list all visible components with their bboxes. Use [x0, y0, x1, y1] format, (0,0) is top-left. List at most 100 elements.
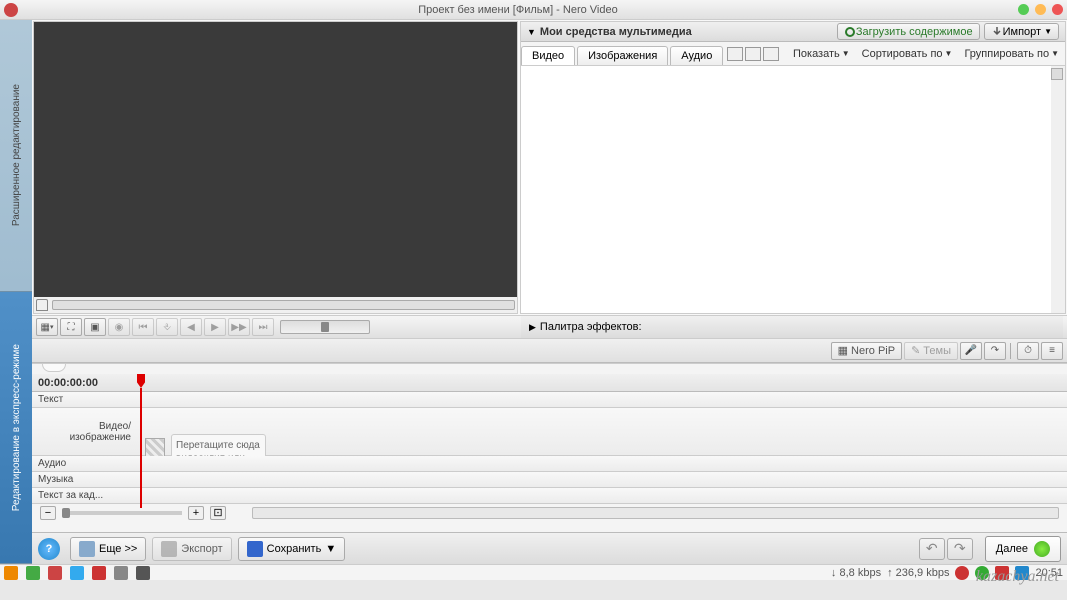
cut-button[interactable]: ⎀	[156, 318, 178, 336]
app3-icon[interactable]	[48, 566, 62, 580]
timeline-zoom-bar: − + ⊡	[32, 504, 1067, 522]
advanced-edit-tab[interactable]: Расширенное редактирование	[0, 20, 32, 292]
firefox-icon[interactable]	[4, 566, 18, 580]
effects-arrow-icon[interactable]: ▶	[529, 322, 536, 333]
tab-video[interactable]: Видео	[521, 46, 575, 65]
camera-button[interactable]: ▦▾	[36, 318, 58, 336]
track-text-over[interactable]: Текст за кад...	[32, 488, 1067, 504]
preview-hscroll[interactable]	[52, 300, 515, 310]
export-button[interactable]: Экспорт	[152, 537, 231, 561]
step-back-button[interactable]: ◀	[180, 318, 202, 336]
timecode: 00:00:00:00	[32, 377, 137, 389]
view-list-icon[interactable]	[745, 47, 761, 61]
playhead[interactable]	[137, 374, 145, 388]
tray-icon1[interactable]	[955, 566, 969, 580]
app6-icon[interactable]	[114, 566, 128, 580]
view-thumb-icon[interactable]	[727, 47, 743, 61]
track-video-label: Видео/ изображение	[32, 419, 137, 445]
show-dropdown[interactable]: Показать▼	[787, 48, 856, 60]
timeline-handle[interactable]	[32, 364, 1067, 374]
expand-button[interactable]: ⛶	[60, 318, 82, 336]
main-area: Расширенное редактирование Редактировани…	[0, 20, 1067, 564]
express-edit-tab[interactable]: Редактирование в экспресс-режиме	[0, 292, 32, 564]
snapshot-button[interactable]: ◉	[108, 318, 130, 336]
tab-audio[interactable]: Аудио	[670, 46, 723, 65]
tray-icon4[interactable]	[1015, 566, 1029, 580]
zoom-in-button[interactable]: +	[188, 506, 204, 520]
media-title: Мои средства мультимедиа	[540, 26, 692, 38]
help-button[interactable]: ?	[38, 538, 60, 560]
load-content-button[interactable]: Загрузить содержимое	[837, 23, 980, 40]
more-icon	[79, 541, 95, 557]
next-button[interactable]: Далее	[985, 536, 1061, 562]
import-icon	[991, 26, 1003, 38]
clock-button[interactable]: ⏱	[1017, 342, 1039, 360]
maximize-button[interactable]	[1035, 4, 1046, 15]
refresh-icon	[844, 26, 856, 38]
export-icon	[161, 541, 177, 557]
tab-images[interactable]: Изображения	[577, 46, 668, 65]
clock: 20:51	[1035, 567, 1063, 579]
undo-redo-group: ↶ ↷	[919, 538, 973, 560]
zoom-out-button[interactable]: −	[40, 506, 56, 520]
effects-header: ▶ Палитра эффектов:	[521, 316, 1063, 338]
window-title: Проект без имени [Фильм] - Nero Video	[24, 4, 1012, 16]
mic-button[interactable]: 🎤	[960, 342, 982, 360]
next-frame-button[interactable]: ⏭	[252, 318, 274, 336]
view-mode-group	[727, 47, 779, 61]
titlebar: Проект без имени [Фильм] - Nero Video	[0, 0, 1067, 20]
jog-slider[interactable]	[280, 320, 370, 334]
media-content-area[interactable]	[521, 66, 1065, 313]
fullscreen-button[interactable]: ▣	[84, 318, 106, 336]
view-detail-icon[interactable]	[763, 47, 779, 61]
prev-frame-button[interactable]: ⏮	[132, 318, 154, 336]
step-fwd-button[interactable]: ▶▶	[228, 318, 250, 336]
video-preview[interactable]	[34, 22, 517, 297]
collapse-arrow-icon[interactable]: ▼	[527, 27, 536, 37]
media-pane: ▼ Мои средства мультимедиа Загрузить сод…	[520, 21, 1066, 314]
zoom-fit-button[interactable]: ⊡	[210, 506, 226, 520]
app5-icon[interactable]	[92, 566, 106, 580]
track-text[interactable]: Текст	[32, 392, 1067, 408]
track-music[interactable]: Музыка	[32, 472, 1067, 488]
track-audio[interactable]: Аудио	[32, 456, 1067, 472]
download-speed: ↓ 8,8 kbps	[831, 567, 881, 579]
track-video[interactable]: Видео/ изображение Перетащите сюда видео…	[32, 408, 1067, 456]
play-button[interactable]: ▶	[204, 318, 226, 336]
mode-rail: Расширенное редактирование Редактировани…	[0, 20, 32, 564]
preview-scrollbar	[34, 297, 517, 313]
preview-pane	[33, 21, 518, 314]
undo-button[interactable]: ↶	[919, 538, 945, 560]
settings-button[interactable]: ≡	[1041, 342, 1063, 360]
app2-icon[interactable]	[26, 566, 40, 580]
minimize-button[interactable]	[1018, 4, 1029, 15]
import-button[interactable]: Импорт ▼	[984, 23, 1059, 40]
chevron-down-icon: ▼	[1044, 27, 1052, 36]
tray-icon3[interactable]	[995, 566, 1009, 580]
marker-button[interactable]: ↷	[984, 342, 1006, 360]
go-icon	[1034, 541, 1050, 557]
timeline-tools-row: ▦Nero PiP ✎Темы 🎤 ↷ ⏱ ≡	[32, 339, 1067, 363]
tray: ↓ 8,8 kbps ↑ 236,9 kbps 20:51	[831, 566, 1063, 580]
timeline-ruler[interactable]: 00:00:00:00	[32, 374, 1067, 392]
nero-pip-button[interactable]: ▦Nero PiP	[831, 342, 902, 360]
app-icon	[4, 3, 18, 17]
tray-icon2[interactable]	[975, 566, 989, 580]
zoom-slider[interactable]	[62, 511, 182, 515]
themes-button[interactable]: ✎Темы	[904, 342, 958, 360]
lock-icon[interactable]	[36, 299, 48, 311]
app4-icon[interactable]	[70, 566, 84, 580]
more-button[interactable]: Еще >>	[70, 537, 146, 561]
timeline-hscroll[interactable]	[252, 507, 1059, 519]
playback-toolbar: ▦▾ ⛶ ▣ ◉ ⏮ ⎀ ◀ ▶ ▶▶ ⏭ ▶ Палитра эффектов…	[32, 315, 1067, 339]
group-dropdown[interactable]: Группировать по▼	[958, 48, 1065, 60]
app7-icon[interactable]	[136, 566, 150, 580]
media-header: ▼ Мои средства мультимедиа Загрузить сод…	[521, 22, 1065, 42]
save-icon	[247, 541, 263, 557]
playhead-line	[140, 388, 142, 508]
upper-panels: ▼ Мои средства мультимедиа Загрузить сод…	[32, 20, 1067, 315]
close-button[interactable]	[1052, 4, 1063, 15]
sort-dropdown[interactable]: Сортировать по▼	[856, 48, 959, 60]
save-button[interactable]: Сохранить ▼	[238, 537, 346, 561]
redo-button[interactable]: ↷	[947, 538, 973, 560]
